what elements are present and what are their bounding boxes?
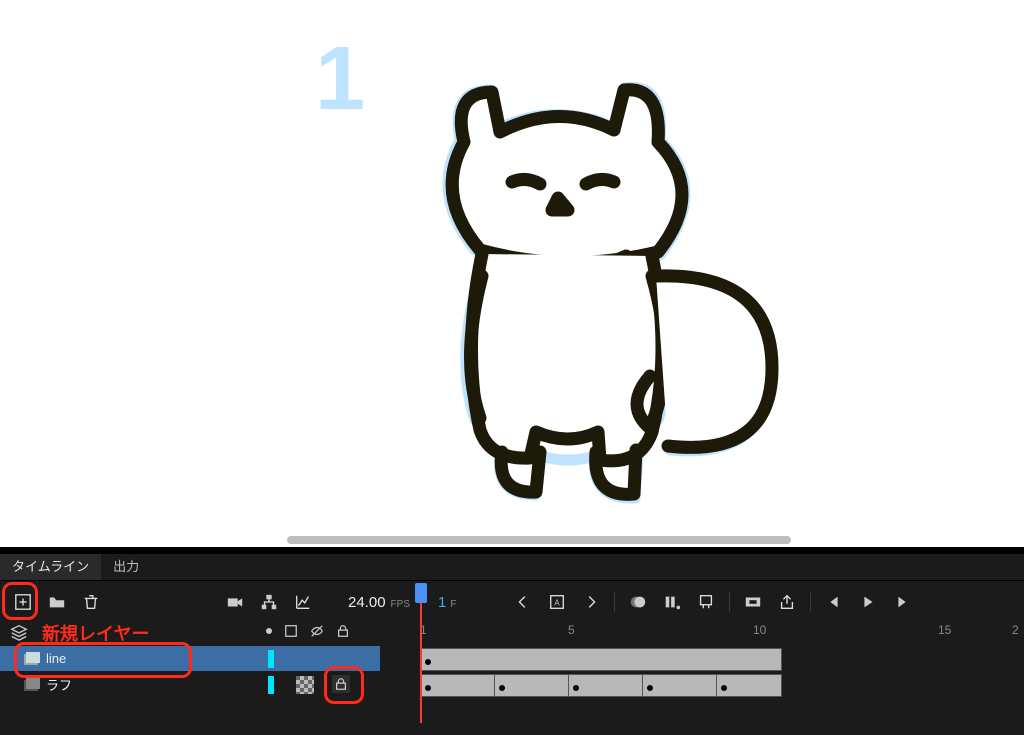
- layer-color-chip[interactable]: [268, 676, 274, 694]
- layer-lock-toggle[interactable]: [332, 675, 350, 693]
- chevron-right-icon: [582, 593, 600, 611]
- onion-skin-icon: [629, 593, 647, 611]
- fps-display[interactable]: 24.00 FPS: [348, 594, 410, 611]
- edit-multiple-button[interactable]: [659, 589, 685, 615]
- track-line[interactable]: [390, 646, 1024, 671]
- ruler-mark: 5: [568, 623, 575, 637]
- ruler-mark: 15: [938, 623, 951, 637]
- timeline-toolbar: 24.00 FPS 1 F A: [0, 584, 1024, 620]
- ruler-mark: 10: [753, 623, 766, 637]
- tab-output[interactable]: 出力: [101, 554, 151, 580]
- marker-icon: [697, 593, 715, 611]
- playhead-handle[interactable]: [415, 583, 427, 603]
- frame-number-overlay: 1: [315, 28, 365, 131]
- layer-type-icon: [24, 678, 40, 692]
- lock-column-icon[interactable]: [336, 624, 350, 638]
- timeline-panel: タイムライン 出力 24.00: [0, 554, 1024, 735]
- frame-span[interactable]: [642, 674, 718, 697]
- fps-value: 24.00: [348, 594, 386, 611]
- layer-color-chip[interactable]: [268, 650, 274, 668]
- new-layer-button[interactable]: [10, 589, 36, 615]
- keyframe[interactable]: [499, 685, 505, 691]
- frame-span[interactable]: [420, 674, 496, 697]
- keyframe[interactable]: [425, 659, 431, 665]
- step-back-button[interactable]: [821, 589, 847, 615]
- prev-button[interactable]: [510, 589, 536, 615]
- canvas-scrollbar-horizontal[interactable]: [287, 536, 791, 544]
- hierarchy-button[interactable]: [256, 589, 282, 615]
- keyframe-a-icon: A: [548, 593, 566, 611]
- folder-icon: [48, 593, 66, 611]
- onion-skin-button[interactable]: [625, 589, 651, 615]
- chevron-left-icon: [514, 593, 532, 611]
- frame-view-button[interactable]: [693, 589, 719, 615]
- layer-row-line[interactable]: line: [0, 646, 380, 671]
- playhead[interactable]: [417, 583, 425, 643]
- camera-button[interactable]: [222, 589, 248, 615]
- step-forward-icon: [893, 593, 911, 611]
- panel-tabs: タイムライン 出力: [0, 554, 1024, 581]
- outline-column-icon[interactable]: [284, 624, 298, 638]
- separator: [614, 592, 615, 612]
- hierarchy-icon: [260, 593, 278, 611]
- new-folder-button[interactable]: [44, 589, 70, 615]
- export-icon: [778, 593, 796, 611]
- frame-span[interactable]: [420, 648, 782, 671]
- export-button[interactable]: [774, 589, 800, 615]
- next-button[interactable]: [578, 589, 604, 615]
- step-back-icon: [825, 593, 843, 611]
- keyframe-nav-button[interactable]: A: [544, 589, 570, 615]
- graph-button[interactable]: [290, 589, 316, 615]
- current-frame-label: F: [450, 599, 456, 610]
- fps-label: FPS: [391, 599, 410, 610]
- stack-icon: [10, 623, 28, 641]
- separator: [810, 592, 811, 612]
- layer-row-rough[interactable]: ラフ: [0, 672, 380, 697]
- frame-ruler[interactable]: 1 5 10 15 2: [390, 620, 1024, 644]
- columns-icon: [663, 593, 681, 611]
- keyframe[interactable]: [425, 685, 431, 691]
- camera-icon: [226, 593, 244, 611]
- frame-span[interactable]: [568, 674, 644, 697]
- layer-name: ラフ: [46, 675, 72, 694]
- current-frame-value: 1: [438, 594, 446, 611]
- keyframe[interactable]: [573, 685, 579, 691]
- hide-column-icon[interactable]: [310, 624, 324, 638]
- ruler-mark: 2: [1012, 623, 1019, 637]
- frame-span[interactable]: [716, 674, 782, 697]
- play-icon: [859, 593, 877, 611]
- separator: [729, 592, 730, 612]
- annotation-new-layer: 新規レイヤー: [42, 620, 149, 646]
- tab-timeline[interactable]: タイムライン: [0, 554, 101, 580]
- step-fwd-button[interactable]: [889, 589, 915, 615]
- layer-alpha-icon[interactable]: [296, 676, 314, 694]
- frame-span[interactable]: [494, 674, 570, 697]
- graph-icon: [294, 593, 312, 611]
- play-button[interactable]: [855, 589, 881, 615]
- loop-button[interactable]: [740, 589, 766, 615]
- keyframe[interactable]: [647, 685, 653, 691]
- trash-icon: [82, 593, 100, 611]
- stage-canvas[interactable]: 1: [0, 0, 1024, 547]
- delete-button[interactable]: [78, 589, 104, 615]
- lock-icon: [334, 677, 348, 691]
- playhead-line: [420, 603, 422, 723]
- svg-text:A: A: [555, 599, 561, 608]
- layer-type-icon: [24, 652, 40, 666]
- layer-name: line: [46, 651, 66, 666]
- artwork-cat: [400, 50, 820, 520]
- keyframe[interactable]: [721, 685, 727, 691]
- visibility-column-icon[interactable]: [266, 628, 272, 634]
- loop-icon: [744, 593, 762, 611]
- plus-box-icon: [14, 593, 32, 611]
- track-rough[interactable]: [390, 672, 1024, 697]
- current-frame-display[interactable]: 1 F: [438, 594, 456, 611]
- layers-icon[interactable]: [6, 619, 32, 645]
